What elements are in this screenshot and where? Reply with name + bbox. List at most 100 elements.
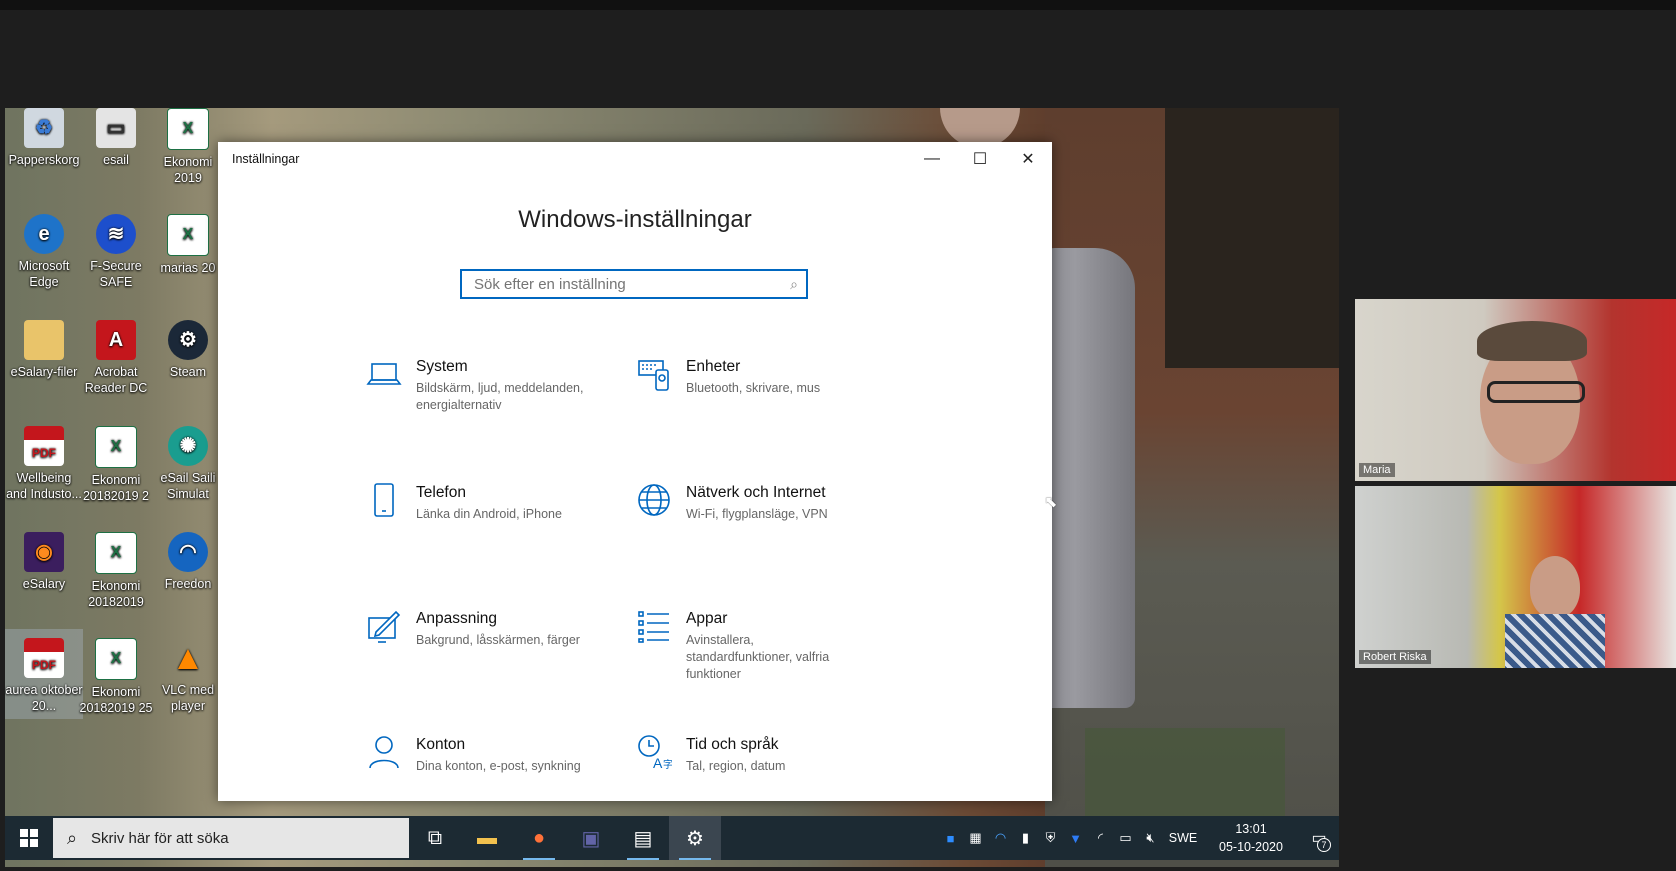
desktop-icon-label: Microsoft Edge bbox=[18, 259, 70, 289]
category-devices[interactable]: Enheter Bluetooth, skrivare, mus bbox=[636, 356, 906, 397]
desktop-icon[interactable]: X Ekonomi 2019 bbox=[149, 108, 227, 186]
tray-app-icon[interactable]: ▦ bbox=[963, 830, 988, 846]
desktop-icon-label: eSail Saili Simulat bbox=[160, 471, 216, 501]
excel-file-icon: X bbox=[167, 108, 209, 150]
security-shield-icon[interactable]: ⛨ bbox=[1038, 830, 1063, 846]
category-description: Länka din Android, iPhone bbox=[416, 507, 562, 521]
settings-titlebar[interactable]: Inställningar — ☐ ✕ bbox=[218, 142, 1052, 176]
category-time-language[interactable]: A字 Tid och språk Tal, region, datum bbox=[636, 734, 906, 775]
globe-icon bbox=[638, 484, 670, 516]
excel-file-icon: X bbox=[95, 532, 137, 574]
desktop-icon-label: F-Secure SAFE bbox=[90, 259, 142, 289]
start-button[interactable] bbox=[5, 816, 53, 860]
fsecure-tray-icon[interactable]: ▼ bbox=[1063, 831, 1088, 846]
freedom-icon: ◠ bbox=[168, 532, 208, 572]
desktop-icon[interactable]: PDF aurea oktober 20... bbox=[5, 638, 83, 714]
pdf-file-icon: PDF bbox=[24, 426, 64, 466]
notification-center-icon[interactable]: ▭7 bbox=[1299, 828, 1339, 852]
category-name: Nätverk och Internet bbox=[686, 484, 826, 501]
category-apps[interactable]: Appar Avinstallera, standardfunktioner, … bbox=[636, 608, 906, 683]
category-name: System bbox=[416, 358, 468, 375]
category-phone[interactable]: Telefon Länka din Android, iPhone bbox=[366, 482, 636, 523]
participant-video[interactable]: Robert Riska bbox=[1355, 486, 1676, 668]
battery-icon[interactable]: ▭ bbox=[1113, 830, 1138, 846]
search-icon[interactable]: ⌕ bbox=[782, 276, 806, 293]
taskbar-search-box[interactable]: ⌕ Skriv här för att söka bbox=[53, 818, 409, 858]
desktop-icon-label: marias 20 bbox=[160, 261, 216, 275]
desktop-icon[interactable]: Xmarias 20 bbox=[149, 214, 227, 276]
vpn-icon[interactable]: ◠ bbox=[988, 830, 1013, 846]
desktop-icon[interactable]: PDF Wellbeing and Industo... bbox=[5, 426, 83, 502]
participant-video[interactable]: Maria bbox=[1355, 299, 1676, 481]
desktop-icon-label: Freedon bbox=[164, 577, 212, 591]
desktop-icon-label: eSalary-filer bbox=[10, 365, 78, 379]
desktop-icon[interactable]: eSalary-filer bbox=[5, 320, 83, 380]
acrobat-icon: A bbox=[96, 320, 136, 360]
language-indicator[interactable]: SWE bbox=[1163, 831, 1203, 845]
category-name: Telefon bbox=[416, 484, 466, 501]
wifi-icon[interactable]: ◜ bbox=[1088, 830, 1113, 846]
category-description: Bildskärm, ljud, meddelanden, energialte… bbox=[416, 381, 584, 412]
desktop-icon[interactable]: X Ekonomi 20182019 bbox=[77, 532, 155, 610]
usb-icon[interactable]: ▮ bbox=[1013, 830, 1038, 846]
settings-search-box[interactable]: ⌕ bbox=[460, 269, 808, 299]
edge-icon: e bbox=[24, 214, 64, 254]
category-description: Bluetooth, skrivare, mus bbox=[686, 381, 821, 395]
windows-logo-icon bbox=[20, 829, 38, 847]
desktop-icon-label: Papperskorg bbox=[8, 153, 80, 167]
desktop-icon[interactable]: ≋ F-Secure SAFE bbox=[77, 214, 155, 290]
participant-hair bbox=[1477, 321, 1587, 361]
close-button[interactable]: ✕ bbox=[1004, 142, 1052, 176]
recycle-bin-icon: ♻ bbox=[24, 108, 64, 148]
minimize-button[interactable]: — bbox=[908, 142, 956, 176]
desktop-icon[interactable]: ◠ Freedon bbox=[149, 532, 227, 592]
desktop-icon[interactable]: ♻ Papperskorg bbox=[5, 108, 83, 168]
desktop-icon[interactable]: ✺ eSail Saili Simulat bbox=[149, 426, 227, 502]
category-name: Enheter bbox=[686, 358, 741, 375]
clock-time: 13:01 bbox=[1235, 822, 1267, 836]
participant-name: Robert Riska bbox=[1359, 650, 1431, 664]
participant-shirt bbox=[1505, 614, 1605, 668]
personalization-icon bbox=[368, 610, 401, 643]
clock-date: 05-10-2020 bbox=[1219, 840, 1283, 854]
settings-search-input[interactable] bbox=[472, 274, 782, 294]
desktop-icon[interactable]: X Ekonomi 20182019 2 bbox=[77, 426, 155, 504]
desktop-icon[interactable]: ▲ VLC med player bbox=[149, 638, 227, 714]
desktop-icon[interactable]: X Ekonomi 20182019 25 bbox=[77, 638, 155, 716]
desktop-icon[interactable]: A Acrobat Reader DC bbox=[77, 320, 155, 396]
zoom-tray-icon[interactable]: ■ bbox=[938, 831, 963, 846]
desktop-icon[interactable]: ◉ eSalary bbox=[5, 532, 83, 592]
clock[interactable]: 13:01 05-10-2020 bbox=[1203, 820, 1299, 856]
apps-icon bbox=[638, 611, 669, 643]
category-accounts[interactable]: Konton Dina konton, e-post, synkning bbox=[366, 734, 636, 775]
page-title: Windows-inställningar bbox=[518, 206, 752, 233]
svg-text:字: 字 bbox=[663, 758, 672, 770]
firefox-icon: ◉ bbox=[24, 532, 64, 572]
top-bar bbox=[0, 0, 1676, 10]
notification-count: 7 bbox=[1317, 838, 1331, 852]
settings-taskbar-icon[interactable]: ⚙ bbox=[669, 816, 721, 860]
file-explorer-icon[interactable]: ▬ bbox=[461, 816, 513, 860]
time-language-icon: A字 bbox=[638, 735, 672, 770]
category-personalization[interactable]: Anpassning Bakgrund, låsskärmen, färger bbox=[366, 608, 636, 649]
desktop-icon[interactable]: ▭ esail bbox=[77, 108, 155, 168]
category-name: Tid och språk bbox=[686, 736, 779, 753]
category-network[interactable]: Nätverk och Internet Wi-Fi, flygplansläg… bbox=[636, 482, 906, 523]
task-view-icon[interactable]: ⧉ bbox=[409, 816, 461, 860]
desktop-icon-label: Ekonomi 2019 bbox=[163, 155, 213, 185]
teams-icon[interactable]: ▣ bbox=[565, 816, 617, 860]
desktop-icon-label: eSalary bbox=[22, 577, 66, 591]
firefox-taskbar-icon[interactable]: ● bbox=[513, 816, 565, 860]
window-title: Inställningar bbox=[232, 152, 300, 166]
maximize-button[interactable]: ☐ bbox=[956, 142, 1004, 176]
desktop-icon[interactable]: ⚙ Steam bbox=[149, 320, 227, 380]
category-system[interactable]: System Bildskärm, ljud, meddelanden, ene… bbox=[366, 356, 636, 414]
volume-muted-icon[interactable]: 🔇︎ bbox=[1138, 830, 1163, 846]
laptop-icon bbox=[366, 363, 402, 385]
settings-window: Inställningar — ☐ ✕ Windows-inställninga… bbox=[218, 142, 1052, 801]
esail-simulator-icon: ✺ bbox=[168, 426, 208, 466]
participant-name: Maria bbox=[1359, 463, 1395, 477]
desktop-icon[interactable]: e Microsoft Edge bbox=[5, 214, 83, 290]
desktop-icon-label: VLC med player bbox=[161, 683, 215, 713]
notepad-icon[interactable]: ▤ bbox=[617, 816, 669, 860]
